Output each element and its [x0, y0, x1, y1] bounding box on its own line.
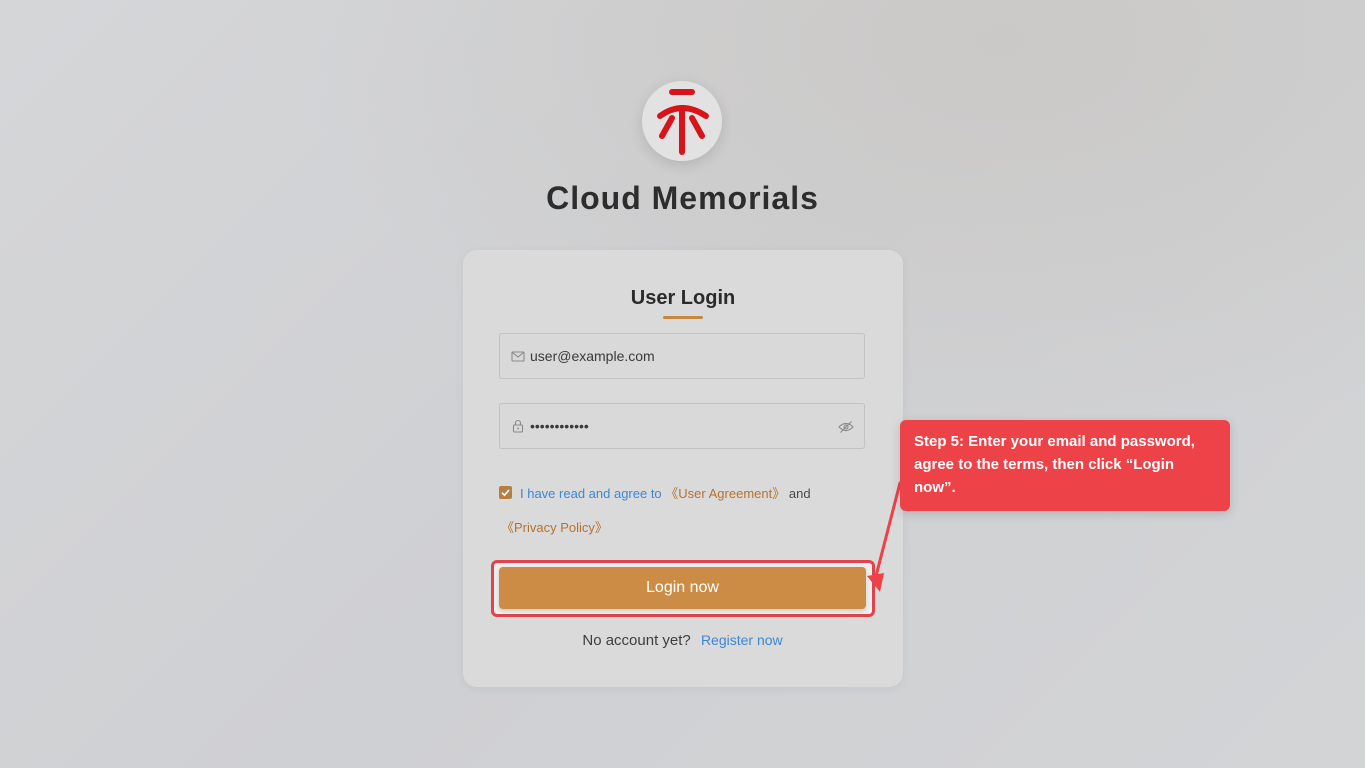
- login-card: User Login I have read and agree to: [463, 250, 903, 687]
- agreement-prefix[interactable]: I have read and agree to: [520, 486, 662, 501]
- email-field[interactable]: [499, 333, 865, 379]
- lock-icon: [512, 419, 524, 433]
- agreement-conjunction: and: [788, 486, 811, 501]
- memorial-glyph-icon: [657, 89, 709, 155]
- register-prompt: No account yet?: [582, 632, 691, 649]
- agreement-checkbox[interactable]: [499, 486, 512, 499]
- tutorial-callout: Step 5: Enter your email and password, a…: [900, 420, 1230, 511]
- user-agreement-link[interactable]: 《User Agreement》: [665, 486, 785, 501]
- email-input[interactable]: [530, 334, 830, 378]
- register-row: No account yet? Register now: [0, 632, 1365, 649]
- login-button[interactable]: Login now: [499, 567, 866, 609]
- eye-off-icon[interactable]: [838, 420, 854, 434]
- app-logo: [642, 81, 722, 161]
- login-title: User Login: [630, 287, 736, 309]
- checkmark-icon: [501, 489, 510, 497]
- title-underline: [663, 316, 703, 319]
- password-input[interactable]: [530, 404, 830, 448]
- privacy-policy-link[interactable]: 《Privacy Policy》: [501, 517, 608, 536]
- mail-icon: [511, 351, 525, 362]
- agreement-text: I have read and agree to 《User Agreement…: [520, 485, 811, 503]
- register-link[interactable]: Register now: [701, 632, 783, 648]
- app-title: Cloud Memorials: [546, 180, 819, 216]
- password-field[interactable]: [499, 403, 865, 449]
